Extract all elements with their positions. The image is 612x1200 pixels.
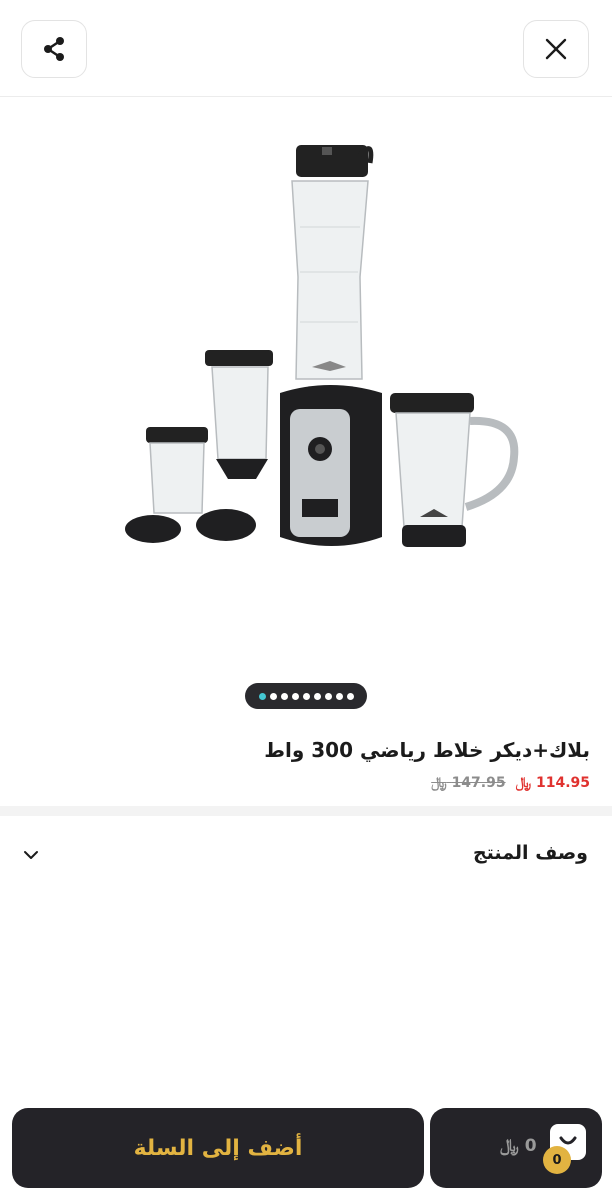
- section-divider: [0, 806, 612, 816]
- share-icon: [44, 37, 64, 61]
- gallery-pagination[interactable]: [245, 683, 367, 709]
- bottom-action-bar: أضف إلى السلة 0 ﷼ 0: [0, 1096, 612, 1200]
- currency-icon: ﷼: [431, 775, 447, 791]
- product-title: بلاك+ديكر خلاط رياضي 300 واط: [264, 738, 590, 762]
- currency-icon: ﷼: [500, 1136, 519, 1156]
- gallery-dot[interactable]: [291, 692, 299, 700]
- close-icon: [545, 38, 567, 60]
- gallery-dot[interactable]: [269, 692, 277, 700]
- gallery-dot[interactable]: [302, 692, 310, 700]
- gallery-dot[interactable]: [258, 692, 266, 700]
- price-row: 114.95 ﷼ 147.95 ﷼: [431, 775, 590, 791]
- product-image-gallery[interactable]: [0, 97, 612, 737]
- close-button[interactable]: [523, 20, 589, 78]
- old-price: 147.95 ﷼: [431, 775, 506, 791]
- cart-count-badge: 0: [543, 1146, 571, 1174]
- current-price: 114.95 ﷼: [515, 775, 590, 791]
- description-label: وصف المنتج: [472, 842, 588, 864]
- top-bar: [0, 0, 612, 97]
- add-to-cart-button[interactable]: أضف إلى السلة: [12, 1108, 424, 1188]
- currency-icon: ﷼: [515, 775, 532, 791]
- gallery-dot[interactable]: [324, 692, 332, 700]
- share-button[interactable]: [21, 20, 87, 78]
- cart-button[interactable]: 0 ﷼ 0: [430, 1108, 602, 1188]
- product-description-toggle[interactable]: وصف المنتج: [0, 826, 612, 886]
- gallery-dot[interactable]: [346, 692, 354, 700]
- gallery-dot[interactable]: [280, 692, 288, 700]
- gallery-dot[interactable]: [335, 692, 343, 700]
- chevron-down-icon: [24, 851, 38, 859]
- product-image: [125, 145, 519, 547]
- cart-total: 0 ﷼: [500, 1136, 537, 1156]
- gallery-dot[interactable]: [313, 692, 321, 700]
